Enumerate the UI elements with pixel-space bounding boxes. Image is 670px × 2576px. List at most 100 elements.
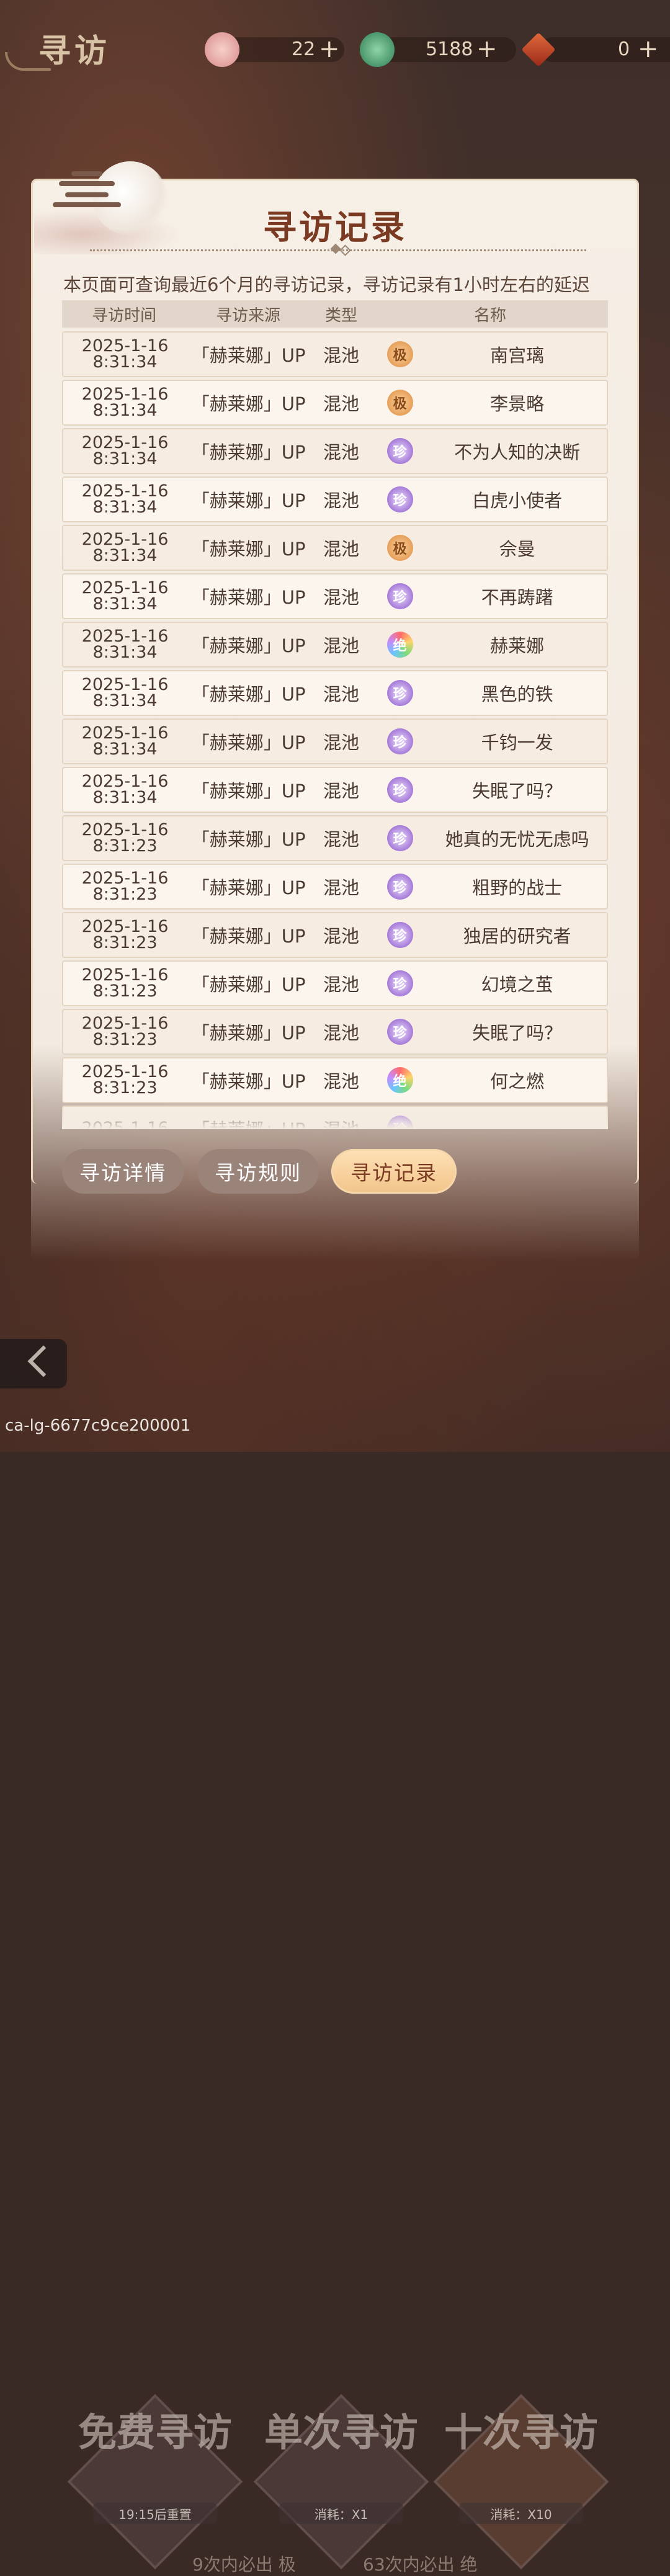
rarity-badge-icon: 珍 [386, 825, 413, 851]
record-name: 白虎小使者 [472, 490, 563, 511]
record-time: 8:31:23 [92, 1078, 158, 1098]
table-row: 2025-1-16 8:31:34 「赫莱娜」UP 混池 极 南宫璃 [62, 331, 608, 377]
record-time: 8:31:23 [92, 1030, 158, 1049]
add-gem-button[interactable]: + [319, 35, 340, 63]
record-time: 8:31:23 [92, 982, 158, 1001]
record-source: 「赫莱娜」UP [191, 442, 306, 463]
resource-gem: 22 + [205, 32, 344, 67]
record-type: 混池 [323, 780, 359, 802]
table-header: 寻访时间 寻访来源 类型 名称 [62, 300, 608, 328]
record-name: 独居的研究者 [463, 926, 571, 947]
table-row: 2025-1-16 8:31:23 「赫莱娜」UP 混池 绝 何之燃 [62, 1057, 608, 1103]
record-name: 赫莱娜 [490, 635, 545, 656]
guarantee-left-rarity: 极 [278, 2554, 296, 2575]
free-draw-label: 免费寻访 [78, 2410, 232, 2455]
list-fade [62, 1104, 608, 1129]
table-row: 2025-1-16 8:31:34 「赫莱娜」UP 混池 珍 白虎小使者 [62, 476, 608, 522]
rarity-badge-icon: 极 [386, 535, 413, 561]
table-row: 2025-1-16 8:31:23 「赫莱娜」UP 混池 珍 她真的无忧无虑吗 [62, 815, 608, 861]
record-type: 混池 [323, 345, 359, 366]
record-source: 「赫莱娜」UP [191, 684, 306, 705]
record-name: 粗野的战士 [472, 877, 563, 898]
record-time: 8:31:34 [92, 498, 158, 517]
table-row: 2025-1-16 8:31:34 「赫莱娜」UP 混池 珍 不为人知的决断 [62, 428, 608, 474]
record-type: 混池 [323, 539, 359, 560]
rarity-badge-icon: 珍 [386, 583, 413, 609]
record-rarity: 珍 [372, 970, 428, 996]
record-type: 混池 [323, 1022, 359, 1044]
tab-records[interactable]: 寻访记录 [331, 1149, 457, 1194]
record-source: 「赫莱娜」UP [191, 974, 306, 995]
table-row: 2025-1-16 8:31:34 「赫莱娜」UP 混池 珍 失眠了吗？ [62, 767, 608, 813]
record-datetime: 2025-1-16 8:31:34 [63, 579, 187, 612]
resource-ticket-value: 0 [618, 38, 630, 60]
table-row: 2025-1-16 8:31:34 「赫莱娜」UP 混池 极 佘曼 [62, 525, 608, 571]
record-rarity: 珍 [372, 874, 428, 900]
guarantee-right-text: 63次内必出 [363, 2554, 455, 2575]
record-datetime: 2025-1-16 8:31:34 [63, 725, 187, 758]
record-datetime: 2025-1-16 8:31:23 [63, 918, 187, 951]
record-rarity: 珍 [372, 583, 428, 609]
add-jade-button[interactable]: + [476, 35, 498, 63]
record-rarity: 珍 [372, 728, 428, 754]
record-time: 8:31:23 [92, 885, 158, 904]
rarity-badge-icon: 珍 [386, 680, 413, 706]
record-datetime: 2025-1-16 8:31:23 [63, 967, 187, 1000]
record-type: 混池 [323, 926, 359, 947]
gem-icon [205, 32, 239, 67]
record-type: 混池 [323, 732, 359, 753]
record-name: 黑色的铁 [481, 684, 553, 705]
resource-ticket: 0 + [521, 32, 670, 67]
column-header-name: 名称 [473, 306, 506, 325]
guarantee-left: 9次内必出 极 [192, 2551, 296, 2576]
record-name: 佘曼 [499, 539, 535, 560]
table-row: 2025-1-16 8:31:23 「赫莱娜」UP 混池 珍 失眠了吗？ [62, 1009, 608, 1055]
record-type: 混池 [323, 587, 359, 608]
record-rarity: 珍 [372, 777, 428, 803]
rarity-badge-icon: 极 [386, 341, 413, 367]
add-ticket-button[interactable]: + [638, 35, 659, 63]
table-row: 2025-1-16 8:31:34 「赫莱娜」UP 混池 珍 黑色的铁 [62, 670, 608, 716]
record-source: 「赫莱娜」UP [191, 877, 306, 898]
record-rarity: 极 [372, 535, 428, 561]
record-name: 李景略 [490, 393, 545, 414]
rarity-badge-icon: 珍 [386, 728, 413, 754]
rarity-badge-icon: 珍 [386, 1019, 413, 1045]
record-type: 混池 [323, 684, 359, 705]
tab-rules[interactable]: 寻访规则 [197, 1149, 319, 1194]
record-datetime: 2025-1-16 8:31:34 [63, 773, 187, 806]
record-time: 8:31:23 [92, 836, 158, 856]
record-datetime: 2025-1-16 8:31:34 [63, 676, 187, 710]
rarity-badge-icon: 极 [386, 390, 413, 416]
table-row: 2025-1-16 8:31:34 「赫莱娜」UP 混池 珍 不再踌躇 [62, 573, 608, 619]
record-time: 8:31:34 [92, 449, 158, 468]
record-name: 不为人知的决断 [454, 442, 581, 463]
guarantee-left-text: 9次内必出 [192, 2554, 273, 2575]
record-time: 8:31:34 [92, 352, 158, 372]
jade-icon [360, 32, 395, 67]
tab-details[interactable]: 寻访详情 [62, 1149, 184, 1194]
page-title: 寻访 [38, 33, 111, 70]
record-name: 她真的无忧无虑吗 [445, 829, 589, 850]
record-datetime: 2025-1-16 8:31:34 [63, 628, 187, 661]
table-row: 2025-1-16 8:31:34 「赫莱娜」UP 混池 珍 千钧一发 [62, 718, 608, 764]
rarity-badge-icon: 珍 [386, 922, 413, 948]
record-rarity: 珍 [372, 486, 428, 512]
guarantee-right-rarity: 绝 [460, 2554, 478, 2575]
record-time: 8:31:34 [92, 691, 158, 710]
record-datetime: 2025-1-16 8:31:34 [63, 531, 187, 564]
record-datetime: 2025-1-16 8:31:34 [63, 338, 187, 370]
table-row: 2025-1-16 8:31:23 「赫莱娜」UP 混池 珍 幻境之茧 [62, 960, 608, 1006]
record-source: 「赫莱娜」UP [191, 635, 306, 656]
record-type: 混池 [323, 442, 359, 463]
record-type: 混池 [323, 877, 359, 898]
record-rarity: 珍 [372, 922, 428, 948]
record-name: 不再踌躇 [481, 587, 553, 608]
records-list[interactable]: 2025-1-16 8:31:34 「赫莱娜」UP 混池极南宫璃 2025-1-16 8:… [62, 331, 608, 1129]
resource-jade-value: 5188 [426, 38, 473, 60]
top-bar: 寻访 22 + 5188 + 0 + [0, 0, 670, 81]
record-rarity: 绝 [372, 1067, 428, 1093]
record-datetime: 2025-1-16 8:31:23 [63, 1063, 187, 1098]
record-source: 「赫莱娜」UP [191, 829, 306, 850]
record-type: 混池 [323, 974, 359, 995]
